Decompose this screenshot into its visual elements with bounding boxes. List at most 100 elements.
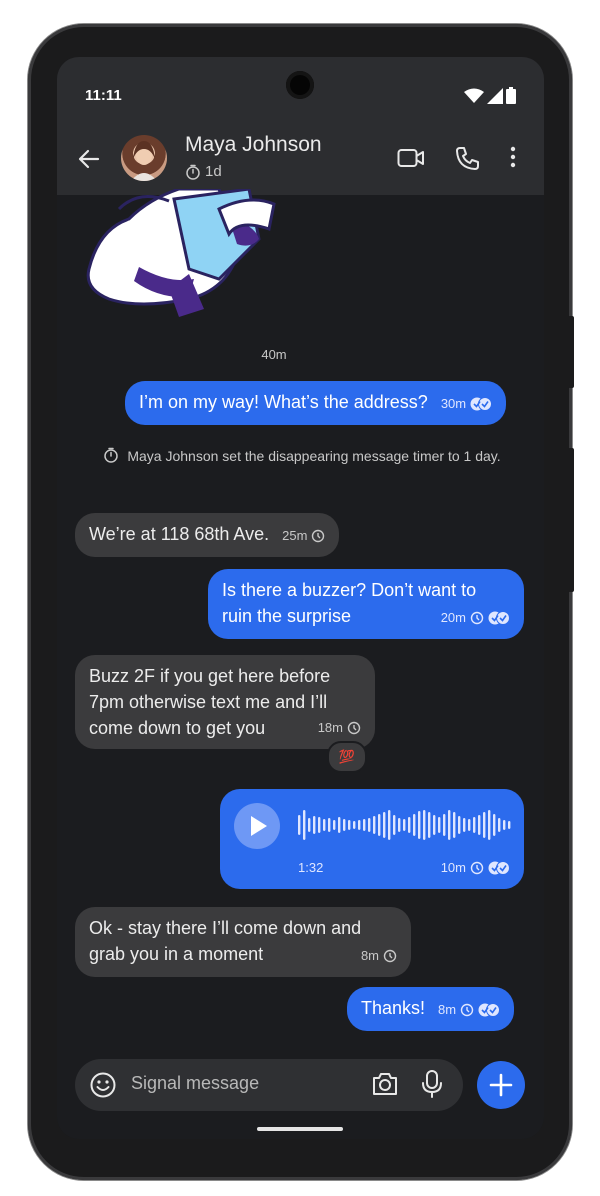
play-icon xyxy=(251,816,267,836)
disappearing-icon xyxy=(460,1003,474,1017)
message-time: 8m xyxy=(438,1002,457,1017)
waveform-bar xyxy=(343,819,346,831)
message-text: I’m on my way! What’s the address? xyxy=(139,392,428,412)
disappearing-icon xyxy=(347,721,361,735)
more-vert-icon[interactable] xyxy=(509,145,517,169)
waveform-bar xyxy=(503,820,506,830)
waveform-bar xyxy=(403,819,406,831)
emoji-icon[interactable] xyxy=(89,1071,117,1099)
waveform-bar xyxy=(378,814,381,836)
message-time: 20m xyxy=(440,610,466,625)
disappearing-icon xyxy=(383,949,397,963)
waveform-bar xyxy=(443,814,446,836)
play-button[interactable] xyxy=(234,803,280,849)
read-receipt-icon xyxy=(488,611,510,625)
waveform-bar xyxy=(438,817,441,833)
outgoing-message[interactable]: I’m on my way! What’s the address? 30m xyxy=(125,381,507,425)
waveform-bar xyxy=(303,810,306,840)
gesture-navigation-handle[interactable] xyxy=(257,1127,343,1131)
voice-message[interactable]: 1:32 10m xyxy=(220,789,524,889)
waveform-bar xyxy=(453,812,456,838)
message-time: 8m xyxy=(360,948,379,963)
reaction-badge[interactable]: 💯 xyxy=(327,741,367,773)
waveform-bar xyxy=(493,814,496,836)
contact-name[interactable]: Maya Johnson xyxy=(185,133,322,157)
message-text: Ok - stay there I’ll come down and grab … xyxy=(89,918,362,964)
disappearing-icon xyxy=(470,861,484,875)
waveform-bar xyxy=(353,821,356,829)
timer-icon xyxy=(186,164,200,180)
screen: 11:11 Maya Johnson 1d 40m I’m on my way!… xyxy=(57,57,544,1139)
incoming-message[interactable]: Ok - stay there I’ll come down and grab … xyxy=(75,907,411,977)
incoming-message[interactable]: Buzz 2F if you get here before 7pm other… xyxy=(75,655,375,749)
message-time: 18m xyxy=(317,720,343,735)
message-meta: 30m xyxy=(441,391,493,417)
front-camera xyxy=(286,71,314,99)
video-call-icon[interactable] xyxy=(397,147,425,169)
waveform-bar xyxy=(363,819,366,831)
message-meta: 18m xyxy=(318,715,361,741)
message-time: 10m xyxy=(440,860,466,875)
waveform-bar xyxy=(398,818,401,832)
waveform-bar xyxy=(313,816,316,834)
waveform-bar xyxy=(308,818,311,832)
back-arrow-icon[interactable] xyxy=(77,147,101,171)
phone-call-icon[interactable] xyxy=(455,145,481,171)
battery-icon xyxy=(506,87,516,104)
outgoing-message[interactable]: Thanks! 8m xyxy=(347,987,515,1031)
disappearing-icon xyxy=(312,529,325,543)
waveform-bar xyxy=(338,817,341,833)
attach-button[interactable] xyxy=(477,1061,525,1109)
read-receipt-icon xyxy=(488,861,510,875)
message-text: We’re at 118 68th Ave. xyxy=(89,524,270,544)
message-meta: 25m xyxy=(282,523,325,549)
message-meta: 8m xyxy=(361,943,397,969)
waveform-bar xyxy=(478,815,481,835)
status-time: 11:11 xyxy=(85,87,122,104)
waveform-bar xyxy=(393,815,396,835)
waveform-bar xyxy=(498,818,501,832)
outgoing-message[interactable]: Is there a buzzer? Don’t want to ruin th… xyxy=(208,569,524,639)
message-meta: 10m xyxy=(441,855,510,881)
message-composer[interactable]: Signal message xyxy=(75,1059,463,1111)
sticker-message[interactable] xyxy=(79,189,279,321)
waveform-bar xyxy=(358,820,361,830)
waveform-bar xyxy=(458,816,461,834)
read-receipt-icon xyxy=(470,397,493,411)
signal-icon xyxy=(487,87,503,104)
sticker-timestamp: 40m xyxy=(261,347,287,362)
waveform-bar xyxy=(373,816,376,834)
waveform-bar xyxy=(483,812,486,838)
wifi-icon xyxy=(464,88,484,103)
timer-icon xyxy=(104,447,119,463)
waveform-bar xyxy=(408,817,411,833)
waveform-bar xyxy=(413,814,416,836)
message-input[interactable]: Signal message xyxy=(131,1073,259,1094)
waveform[interactable] xyxy=(296,807,512,843)
voice-duration: 1:32 xyxy=(298,860,324,875)
status-icons xyxy=(464,87,516,104)
incoming-message[interactable]: We’re at 118 68th Ave. 25m xyxy=(75,513,340,557)
message-meta: 20m xyxy=(441,605,510,631)
camera-icon[interactable] xyxy=(371,1071,399,1097)
waveform-bar xyxy=(468,819,471,831)
waveform-bar xyxy=(508,821,511,829)
waveform-bar xyxy=(423,810,426,840)
message-list[interactable]: 40m I’m on my way! What’s the address? 3… xyxy=(57,189,544,1055)
message-time: 25m xyxy=(282,528,308,543)
waveform-bar xyxy=(318,817,321,833)
conversation-header: Maya Johnson 1d xyxy=(57,127,544,195)
system-message: Maya Johnson set the disappearing messag… xyxy=(97,445,507,467)
waveform-bar xyxy=(368,818,371,832)
disappearing-timer: 1d xyxy=(185,163,222,180)
waveform-bar xyxy=(298,815,301,835)
microphone-icon[interactable] xyxy=(421,1069,443,1099)
waveform-bar xyxy=(323,819,326,831)
message-meta: 8m xyxy=(438,997,501,1023)
message-text: Thanks! xyxy=(361,998,426,1018)
waveform-bar xyxy=(388,810,391,840)
waveform-bar xyxy=(433,815,436,835)
waveform-bar xyxy=(333,820,336,830)
waveform-bar xyxy=(463,818,466,832)
contact-avatar[interactable] xyxy=(121,135,167,181)
